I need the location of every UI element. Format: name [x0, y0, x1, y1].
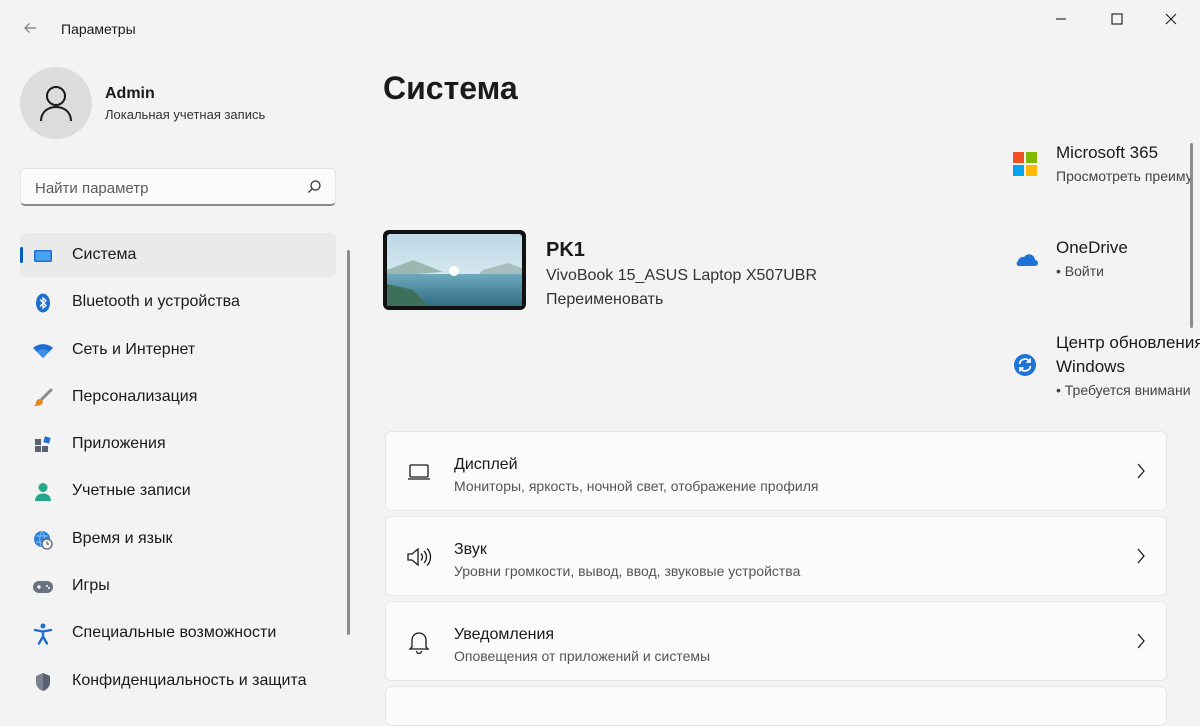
sidebar-item-label: Учетные записи: [72, 482, 191, 500]
speaker-icon: [406, 545, 432, 569]
app-title: Параметры: [61, 21, 136, 37]
bell-icon: [406, 630, 432, 654]
chevron-right-icon: [1137, 463, 1145, 479]
quick-card-title: Центр обновления: [1056, 333, 1200, 352]
onedrive-icon: [1010, 243, 1040, 273]
maximize-button[interactable]: [1090, 0, 1144, 38]
device-model: VivoBook 15_ASUS Laptop X507UBR: [546, 267, 817, 284]
sidebar-item-label: Конфиденциальность и защита: [72, 671, 307, 689]
accessibility-icon: [32, 623, 54, 646]
quick-card-subtitle: • Требуется внимани: [1056, 382, 1191, 398]
sidebar-item-label: Специальные возможности: [72, 624, 277, 642]
quick-card-title-line2: Windows: [1056, 357, 1125, 376]
close-icon: [1165, 13, 1177, 25]
account-type: Локальная учетная запись: [105, 107, 266, 122]
main-scrollbar[interactable]: [1190, 143, 1193, 328]
maximize-icon: [1111, 13, 1123, 25]
sound-card[interactable]: Звук Уровни громкости, вывод, ввод, звук…: [385, 516, 1167, 596]
display-card[interactable]: Дисплей Мониторы, яркость, ночной свет, …: [385, 431, 1167, 511]
system-icon: [32, 245, 54, 267]
sidebar-item-label: Система: [72, 246, 137, 263]
brush-icon: [32, 387, 54, 409]
sidebar-item-label: Игры: [72, 577, 110, 595]
sidebar-item-accounts[interactable]: Учетные записи: [20, 469, 336, 513]
sidebar-item-network[interactable]: Сеть и Интернет: [20, 328, 336, 372]
quick-card-title: Microsoft 365: [1056, 143, 1159, 162]
sidebar-item-gaming[interactable]: Игры: [20, 564, 336, 608]
sidebar-item-privacy[interactable]: Конфиденциальность и защита: [20, 659, 336, 703]
card-subtitle: Мониторы, яркость, ночной свет, отображе…: [454, 478, 819, 494]
minimize-button[interactable]: [1034, 0, 1088, 38]
sidebar-scrollbar[interactable]: [347, 250, 350, 635]
wifi-icon: [32, 340, 54, 362]
user-name: Admin: [105, 85, 155, 102]
accounts-icon: [32, 481, 54, 503]
time-language-icon: [32, 529, 54, 551]
sidebar-item-system[interactable]: Система: [20, 233, 336, 277]
quick-card-subtitle: • Войти: [1056, 263, 1104, 279]
sidebar-item-label: Bluetooth и устройства: [72, 293, 240, 311]
back-arrow-icon[interactable]: [18, 18, 42, 42]
close-button[interactable]: [1144, 0, 1198, 38]
card-subtitle: Уровни громкости, вывод, ввод, звуковые …: [454, 563, 801, 579]
avatar[interactable]: [20, 67, 92, 139]
quick-card-title: OneDrive: [1056, 238, 1128, 257]
search-input[interactable]: [33, 177, 297, 199]
next-settings-card[interactable]: [385, 686, 1167, 726]
card-subtitle: Оповещения от приложений и системы: [454, 648, 711, 664]
page-title: Система: [383, 70, 518, 106]
sidebar-item-personalization[interactable]: Персонализация: [20, 375, 336, 419]
sidebar-nav: Система Bluetooth и устройства Сеть и Ин…: [20, 233, 336, 706]
bluetooth-icon: [32, 292, 54, 314]
sidebar-item-time-language[interactable]: Время и язык: [20, 517, 336, 561]
chevron-right-icon: [1137, 548, 1145, 564]
apps-icon: [32, 434, 54, 456]
title-bar: Параметры: [0, 0, 1200, 60]
sidebar-item-label: Время и язык: [72, 529, 173, 547]
shield-icon: [32, 671, 54, 693]
microsoft-icon: [1010, 149, 1040, 179]
notifications-card[interactable]: Уведомления Оповещения от приложений и с…: [385, 601, 1167, 681]
search-box[interactable]: [20, 168, 336, 206]
device-name: PK1: [546, 239, 585, 261]
card-title: Звук: [454, 541, 487, 558]
sidebar-item-label: Сеть и Интернет: [72, 340, 196, 358]
quick-card-subtitle: Просмотреть преиму: [1056, 168, 1193, 184]
sidebar-item-label: Персонализация: [72, 387, 198, 405]
card-title: Дисплей: [454, 456, 518, 473]
gamepad-icon: [32, 576, 54, 598]
minimize-icon: [1056, 18, 1066, 20]
user-icon: [40, 86, 72, 122]
rename-link[interactable]: Переименовать: [546, 291, 663, 309]
display-icon: [406, 460, 432, 484]
device-wallpaper-thumbnail[interactable]: [383, 230, 526, 310]
sidebar-item-label: Приложения: [72, 435, 166, 453]
chevron-right-icon: [1137, 633, 1145, 649]
card-title: Уведомления: [454, 626, 555, 643]
sidebar-item-apps[interactable]: Приложения: [20, 422, 336, 466]
sidebar-item-accessibility[interactable]: Специальные возможности: [20, 611, 336, 655]
sidebar-item-bluetooth[interactable]: Bluetooth и устройства: [20, 280, 336, 324]
windows-update-icon: [1010, 350, 1040, 380]
search-icon[interactable]: [305, 178, 323, 196]
